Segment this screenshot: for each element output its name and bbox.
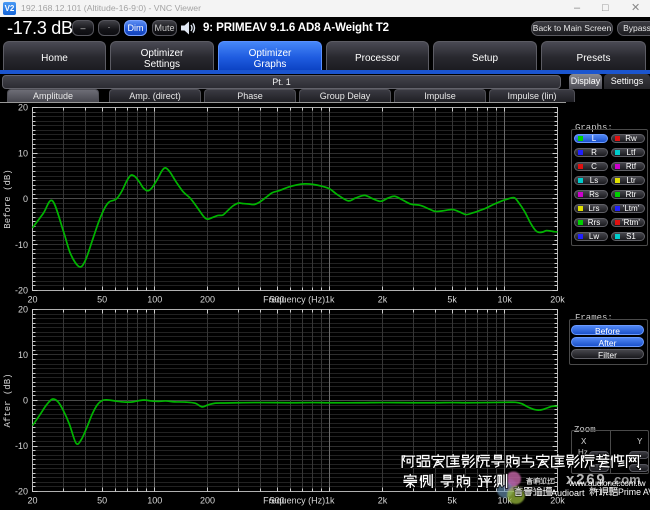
svg-text:100: 100 bbox=[147, 295, 162, 305]
svg-text:50: 50 bbox=[97, 295, 107, 305]
svg-text:200: 200 bbox=[200, 295, 215, 305]
svg-text:-20: -20 bbox=[15, 487, 28, 497]
svg-text:0: 0 bbox=[23, 194, 28, 204]
svg-text:50: 50 bbox=[97, 496, 107, 506]
svg-text:Frequency (Hz): Frequency (Hz) bbox=[263, 295, 325, 305]
svg-text:100: 100 bbox=[147, 496, 162, 506]
svg-text:1k: 1k bbox=[325, 295, 335, 305]
svg-text:10: 10 bbox=[18, 148, 28, 158]
svg-text:20: 20 bbox=[18, 305, 28, 315]
svg-text:Before (dB): Before (dB) bbox=[3, 169, 13, 228]
svg-text:-10: -10 bbox=[15, 240, 28, 250]
svg-text:After (dB): After (dB) bbox=[3, 373, 13, 427]
svg-text:0: 0 bbox=[23, 396, 28, 406]
svg-text:10: 10 bbox=[18, 350, 28, 360]
svg-text:Frequency (Hz): Frequency (Hz) bbox=[263, 496, 325, 506]
svg-text:5k: 5k bbox=[447, 295, 457, 305]
svg-text:10k: 10k bbox=[498, 295, 513, 305]
svg-text:20k: 20k bbox=[550, 295, 565, 305]
svg-text:20: 20 bbox=[27, 496, 37, 506]
svg-text:20: 20 bbox=[18, 103, 28, 113]
svg-text:200: 200 bbox=[200, 496, 215, 506]
svg-text:1k: 1k bbox=[325, 496, 335, 506]
svg-text:-10: -10 bbox=[15, 441, 28, 451]
svg-text:5k: 5k bbox=[447, 496, 457, 506]
svg-text:-20: -20 bbox=[15, 286, 28, 296]
svg-text:2k: 2k bbox=[378, 295, 388, 305]
svg-text:2k: 2k bbox=[378, 496, 388, 506]
svg-text:20: 20 bbox=[27, 295, 37, 305]
